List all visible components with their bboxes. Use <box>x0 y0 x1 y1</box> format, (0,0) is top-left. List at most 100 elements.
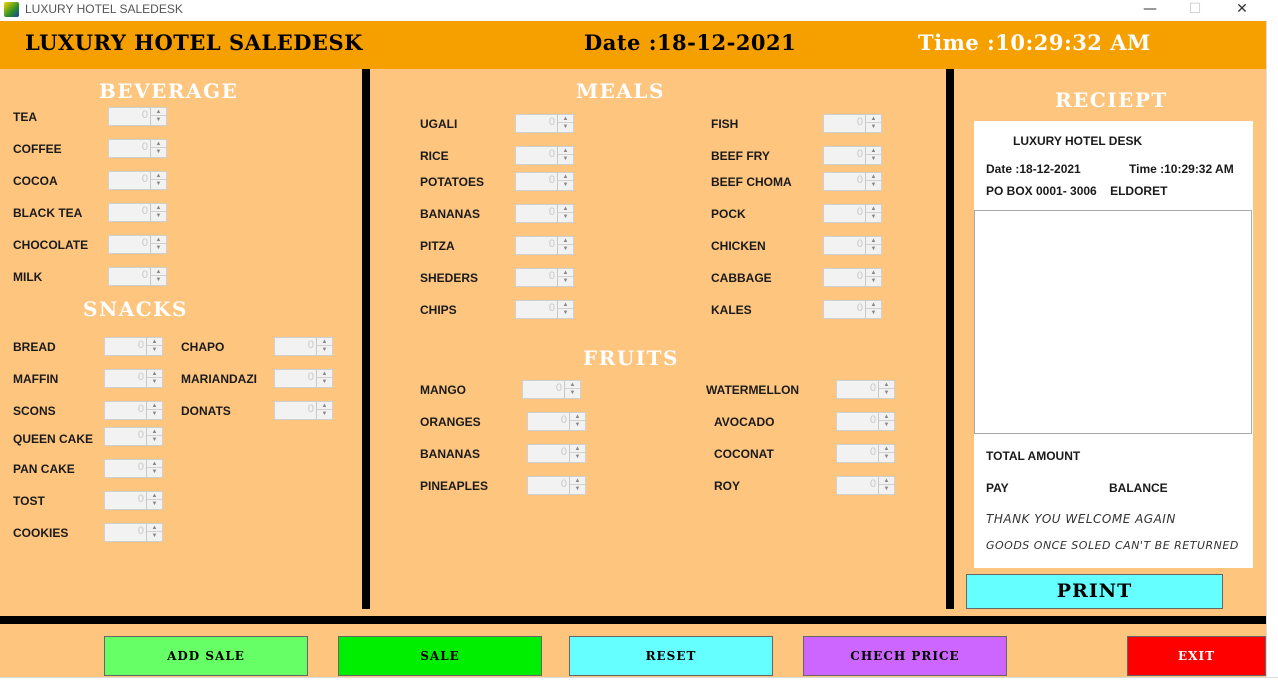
check-price-button[interactable]: CHECH PRICE <box>803 636 1007 676</box>
spinner-down-icon[interactable]: ▼ <box>879 453 894 461</box>
meal-ugali-spinner[interactable]: 0 ▲ ▼ <box>515 114 574 133</box>
snack-pan-cake-spinner[interactable]: 0 ▲ ▼ <box>104 459 163 478</box>
meal-chips-spinner[interactable]: 0 ▲ ▼ <box>515 300 574 319</box>
exit-button[interactable]: EXIT <box>1127 636 1266 676</box>
spinner-up-icon[interactable]: ▲ <box>147 370 162 378</box>
spinner-down-icon[interactable]: ▼ <box>570 421 585 429</box>
fruit-roy-spinner[interactable]: 0 ▲ ▼ <box>836 476 895 495</box>
close-button[interactable]: ✕ <box>1219 0 1265 20</box>
spinner-down-icon[interactable]: ▼ <box>879 389 894 397</box>
spinner-down-icon[interactable]: ▼ <box>151 180 166 188</box>
spinner-up-icon[interactable]: ▲ <box>879 413 894 421</box>
meal-beef-fry-spinner[interactable]: 0 ▲ ▼ <box>823 146 882 165</box>
snack-cookies-spinner[interactable]: 0 ▲ ▼ <box>104 523 163 542</box>
spinner-up-icon[interactable]: ▲ <box>151 236 166 244</box>
spinner-up-icon[interactable]: ▲ <box>866 237 881 245</box>
spinner-up-icon[interactable]: ▲ <box>151 108 166 116</box>
spinner-down-icon[interactable]: ▼ <box>558 155 573 163</box>
spinner-up-icon[interactable]: ▲ <box>558 301 573 309</box>
spinner-up-icon[interactable]: ▲ <box>866 173 881 181</box>
spinner-down-icon[interactable]: ▼ <box>147 532 162 540</box>
spinner-down-icon[interactable]: ▼ <box>866 277 881 285</box>
spinner-down-icon[interactable]: ▼ <box>565 389 580 397</box>
spinner-up-icon[interactable]: ▲ <box>147 524 162 532</box>
spinner-down-icon[interactable]: ▼ <box>151 148 166 156</box>
fruit-watermellon-spinner[interactable]: 0 ▲ ▼ <box>836 380 895 399</box>
spinner-up-icon[interactable]: ▲ <box>570 413 585 421</box>
spinner-up-icon[interactable]: ▲ <box>558 147 573 155</box>
meal-chicken-spinner[interactable]: 0 ▲ ▼ <box>823 236 882 255</box>
reset-button[interactable]: RESET <box>569 636 773 676</box>
spinner-down-icon[interactable]: ▼ <box>866 155 881 163</box>
snack-bread-spinner[interactable]: 0 ▲ ▼ <box>104 337 163 356</box>
spinner-down-icon[interactable]: ▼ <box>147 410 162 418</box>
spinner-up-icon[interactable]: ▲ <box>879 445 894 453</box>
spinner-up-icon[interactable]: ▲ <box>866 115 881 123</box>
fruit-pineaples-spinner[interactable]: 0 ▲ ▼ <box>527 476 586 495</box>
receipt-textarea[interactable] <box>974 210 1252 434</box>
snack-maffin-spinner[interactable]: 0 ▲ ▼ <box>104 369 163 388</box>
spinner-down-icon[interactable]: ▼ <box>866 309 881 317</box>
maximize-button[interactable]: ☐ <box>1172 0 1218 20</box>
meal-pitza-spinner[interactable]: 0 ▲ ▼ <box>515 236 574 255</box>
minimize-button[interactable]: — <box>1127 0 1173 20</box>
add-sale-button[interactable]: ADD SALE <box>104 636 308 676</box>
spinner-down-icon[interactable]: ▼ <box>151 276 166 284</box>
spinner-up-icon[interactable]: ▲ <box>866 301 881 309</box>
spinner-up-icon[interactable]: ▲ <box>151 172 166 180</box>
spinner-down-icon[interactable]: ▼ <box>879 421 894 429</box>
spinner-down-icon[interactable]: ▼ <box>147 378 162 386</box>
meal-sheders-spinner[interactable]: 0 ▲ ▼ <box>515 268 574 287</box>
spinner-up-icon[interactable]: ▲ <box>147 460 162 468</box>
spinner-up-icon[interactable]: ▲ <box>151 268 166 276</box>
vertical-scrollbar[interactable] <box>1266 21 1278 677</box>
snack-chapo-spinner[interactable]: 0 ▲ ▼ <box>274 337 333 356</box>
fruit-bananas-spinner[interactable]: 0 ▲ ▼ <box>527 444 586 463</box>
spinner-down-icon[interactable]: ▼ <box>317 346 332 354</box>
spinner-down-icon[interactable]: ▼ <box>151 212 166 220</box>
beverage-black-tea-spinner[interactable]: 0 ▲ ▼ <box>108 203 167 222</box>
snack-queen-cake-spinner[interactable]: 0 ▲ ▼ <box>104 427 163 446</box>
spinner-up-icon[interactable]: ▲ <box>558 115 573 123</box>
spinner-down-icon[interactable]: ▼ <box>317 378 332 386</box>
snack-mariandazi-spinner[interactable]: 0 ▲ ▼ <box>274 369 333 388</box>
meal-cabbage-spinner[interactable]: 0 ▲ ▼ <box>823 268 882 287</box>
spinner-up-icon[interactable]: ▲ <box>866 147 881 155</box>
meal-fish-spinner[interactable]: 0 ▲ ▼ <box>823 114 882 133</box>
snack-donats-spinner[interactable]: 0 ▲ ▼ <box>274 401 333 420</box>
sale-button[interactable]: SALE <box>338 636 542 676</box>
spinner-up-icon[interactable]: ▲ <box>147 428 162 436</box>
spinner-up-icon[interactable]: ▲ <box>558 205 573 213</box>
spinner-down-icon[interactable]: ▼ <box>866 181 881 189</box>
fruit-avocado-spinner[interactable]: 0 ▲ ▼ <box>836 412 895 431</box>
spinner-down-icon[interactable]: ▼ <box>558 213 573 221</box>
spinner-down-icon[interactable]: ▼ <box>558 123 573 131</box>
meal-kales-spinner[interactable]: 0 ▲ ▼ <box>823 300 882 319</box>
beverage-tea-spinner[interactable]: 0 ▲ ▼ <box>108 107 167 126</box>
spinner-up-icon[interactable]: ▲ <box>866 269 881 277</box>
spinner-up-icon[interactable]: ▲ <box>879 477 894 485</box>
fruit-mango-spinner[interactable]: 0 ▲ ▼ <box>522 380 581 399</box>
beverage-coffee-spinner[interactable]: 0 ▲ ▼ <box>108 139 167 158</box>
spinner-up-icon[interactable]: ▲ <box>147 492 162 500</box>
spinner-up-icon[interactable]: ▲ <box>317 338 332 346</box>
beverage-cocoa-spinner[interactable]: 0 ▲ ▼ <box>108 171 167 190</box>
spinner-down-icon[interactable]: ▼ <box>558 181 573 189</box>
meal-beef-choma-spinner[interactable]: 0 ▲ ▼ <box>823 172 882 191</box>
spinner-down-icon[interactable]: ▼ <box>151 116 166 124</box>
spinner-down-icon[interactable]: ▼ <box>147 468 162 476</box>
snack-tost-spinner[interactable]: 0 ▲ ▼ <box>104 491 163 510</box>
meal-rice-spinner[interactable]: 0 ▲ ▼ <box>515 146 574 165</box>
spinner-down-icon[interactable]: ▼ <box>147 500 162 508</box>
spinner-up-icon[interactable]: ▲ <box>866 205 881 213</box>
spinner-up-icon[interactable]: ▲ <box>879 381 894 389</box>
spinner-up-icon[interactable]: ▲ <box>147 402 162 410</box>
spinner-up-icon[interactable]: ▲ <box>558 237 573 245</box>
spinner-up-icon[interactable]: ▲ <box>570 445 585 453</box>
spinner-down-icon[interactable]: ▼ <box>866 245 881 253</box>
meal-bananas-spinner[interactable]: 0 ▲ ▼ <box>515 204 574 223</box>
print-button[interactable]: PRINT <box>966 574 1223 609</box>
spinner-up-icon[interactable]: ▲ <box>565 381 580 389</box>
spinner-down-icon[interactable]: ▼ <box>866 213 881 221</box>
spinner-down-icon[interactable]: ▼ <box>147 346 162 354</box>
